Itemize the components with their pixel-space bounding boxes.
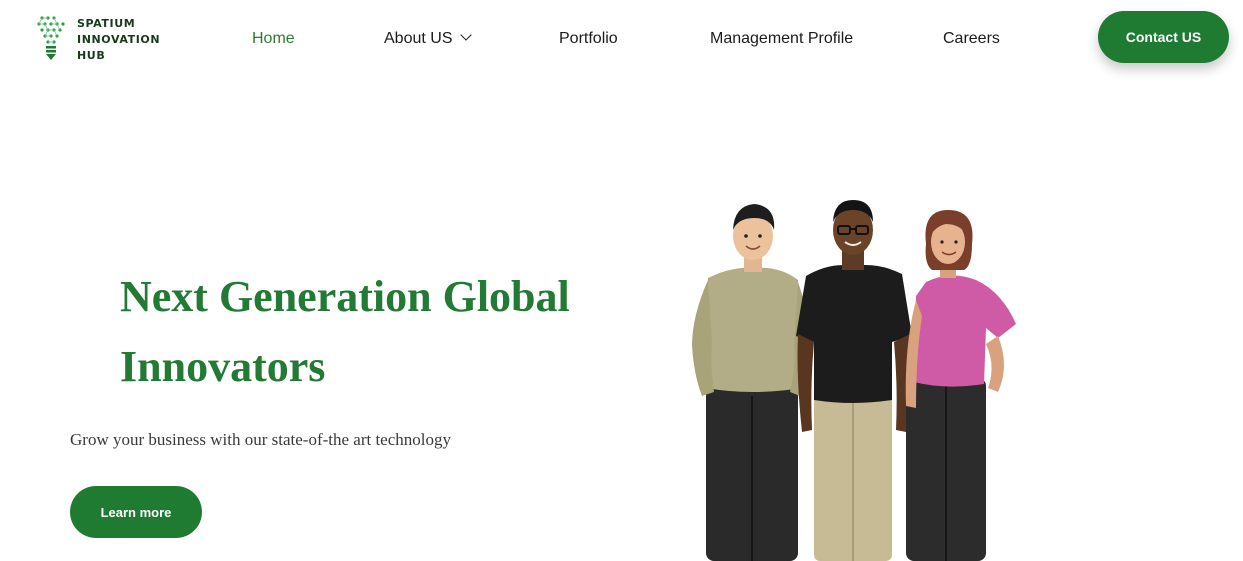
nav-about-link[interactable]: About US [384,29,473,48]
nav-careers-link[interactable]: Careers [943,30,1000,48]
hero-subtitle: Grow your business with our state-of-the… [70,430,451,449]
hero-title: Next Generation Global Innovators [120,272,570,391]
learn-more-button[interactable]: Learn more [70,486,202,538]
brand-name: SPATIUM INNOVATION HUB [77,16,160,64]
person-right [905,210,1016,561]
lightbulb-circuit-icon [37,16,65,60]
contact-button[interactable]: Contact US [1098,11,1229,63]
nav-home-link[interactable]: Home [252,30,295,48]
nav-management-link[interactable]: Management Profile [710,30,853,48]
brand-line-3: HUB [77,49,106,62]
brand-line-1: SPATIUM [77,17,136,30]
brand-logo[interactable]: SPATIUM INNOVATION HUB [36,14,160,64]
chevron-down-icon [460,29,473,41]
brand-line-2: INNOVATION [77,33,161,46]
person-middle [796,200,912,561]
nav-about-label: About US [384,30,453,47]
nav-portfolio-link[interactable]: Portfolio [559,30,618,48]
three-people-illustration [692,200,1016,561]
person-left [692,204,809,561]
